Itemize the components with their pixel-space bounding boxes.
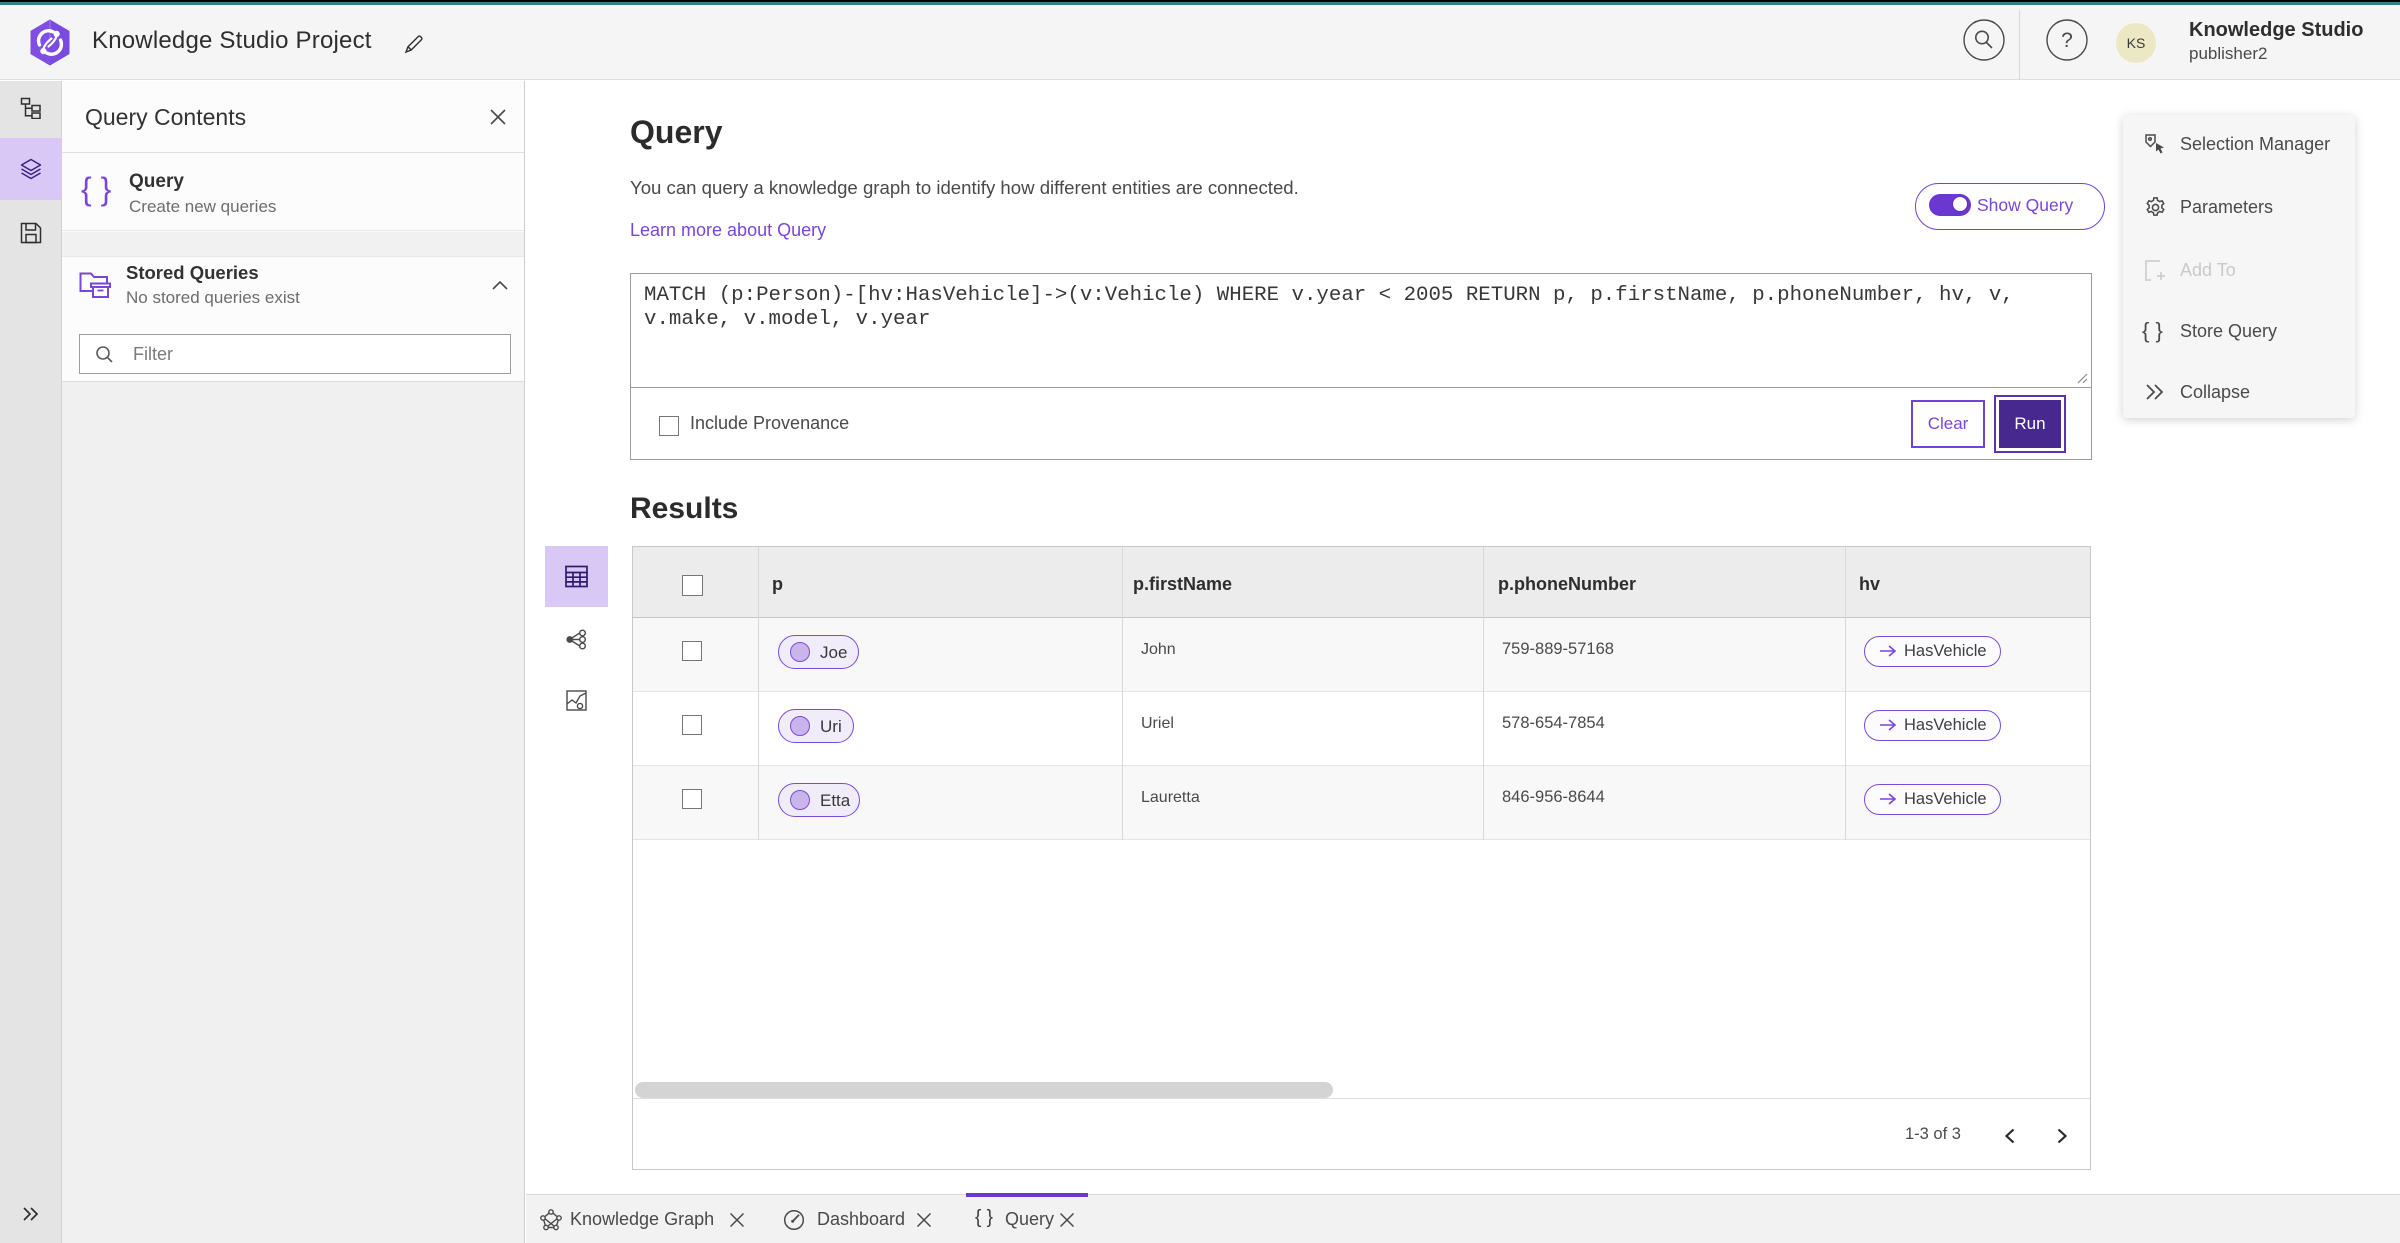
svg-text:?: ? [2061, 29, 2073, 52]
